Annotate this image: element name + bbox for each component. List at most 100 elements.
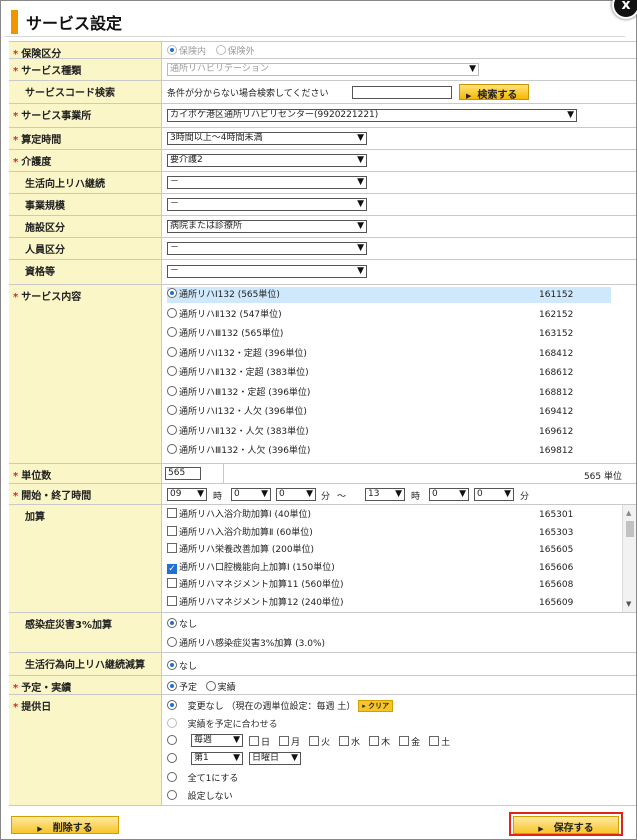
addition-item[interactable]: 通所リハ栄養改善加算 (200単位) 165605 [167, 542, 597, 558]
weekday-checkbox[interactable] [369, 736, 380, 746]
scrollbar-thumb[interactable] [626, 521, 634, 537]
option-insurance-in: 保険内 [179, 47, 207, 57]
code-search-input[interactable] [352, 86, 452, 99]
end-hour-select[interactable]: 13 ▼ [365, 488, 405, 501]
addition-checkbox[interactable] [167, 508, 177, 518]
addition-scrollbar[interactable]: ▲ ▼ [622, 505, 636, 612]
weekday-checkbox-item[interactable]: 金 [399, 736, 420, 748]
row-calc-time: * 算定時間 3時間以上～4時間未満 ▼ [9, 127, 636, 149]
chevron-down-icon: ▼ [567, 110, 574, 120]
nth-week-select[interactable]: 第1 ▼ [191, 752, 243, 765]
service-type-select[interactable]: 通所リハビリテーション ▼ [167, 63, 479, 76]
weekday-checkbox-item[interactable]: 火 [309, 736, 330, 748]
radio-plan[interactable] [167, 681, 177, 691]
radio-life-reduction-none[interactable] [167, 660, 177, 670]
scale-select[interactable]: － ▼ [167, 198, 367, 211]
service-content-item[interactable]: 通所リハⅡ132・定超 (383単位) 168612 [167, 365, 611, 381]
weekday-checkbox-item[interactable]: 土 [429, 736, 450, 748]
play-icon: ▶ [37, 825, 43, 833]
service-content-radio[interactable] [167, 424, 177, 435]
label-addition: 加算 [25, 512, 45, 523]
life-rehab-select[interactable]: － ▼ [167, 176, 367, 189]
start-min1-select[interactable]: 0 ▼ [231, 488, 271, 501]
row-qualification: 資格等 － ▼ [9, 259, 636, 284]
weekday-checkbox-item[interactable]: 月 [279, 736, 300, 748]
care-level-select[interactable]: 要介護2 ▼ [167, 154, 367, 167]
service-content-item[interactable]: 通所リハⅠ132 (565単位) 161152 [167, 287, 611, 303]
label-time: 開始・終了時間 [21, 491, 92, 502]
search-button[interactable]: ▶ 検索する [459, 84, 529, 101]
radio-infection-none[interactable] [167, 618, 177, 628]
label-service-content: サービス内容 [21, 292, 82, 303]
calc-time-select[interactable]: 3時間以上～4時間未満 ▼ [167, 132, 367, 145]
radio-insurance-out[interactable] [215, 45, 226, 55]
scroll-down-icon[interactable]: ▼ [626, 600, 631, 608]
service-content-item[interactable]: 通所リハⅠ132・人欠 (396単位) 169412 [167, 404, 611, 420]
chevron-down-icon: ▼ [357, 155, 364, 165]
clear-button[interactable]: ▸ クリア [358, 700, 394, 712]
service-content-item[interactable]: 通所リハⅢ132 (565単位) 163152 [167, 326, 611, 342]
radio-actual[interactable] [205, 681, 216, 691]
weekday-checkbox[interactable] [309, 736, 320, 746]
radio-infection-add[interactable] [167, 637, 177, 647]
service-content-radio[interactable] [167, 327, 177, 337]
addition-checkbox[interactable] [167, 525, 177, 536]
delete-button[interactable]: ▶ 削除する [11, 816, 119, 834]
service-content-item[interactable]: 通所リハⅢ132・定超 (396単位) 168812 [167, 385, 611, 401]
start-min2-select[interactable]: 0 ▼ [276, 488, 316, 501]
week-select[interactable]: 毎週 ▼ [191, 734, 243, 747]
addition-item[interactable]: 通所リハマネジメント加算11 (560単位) 165608 [167, 577, 597, 593]
addition-checkbox[interactable]: ✓ [167, 563, 177, 574]
play-icon: ▶ [538, 825, 544, 833]
service-content-radio[interactable] [167, 307, 177, 318]
weekday-checkbox-item[interactable]: 水 [339, 736, 360, 748]
addition-item[interactable]: ✓ 通所リハ口腔機能向上加算Ⅰ (150単位) 165606 [167, 560, 597, 576]
save-button[interactable]: ▶ 保存する [513, 816, 619, 834]
service-content-item[interactable]: 通所リハⅡ132・人欠 (383単位) 169612 [167, 424, 611, 440]
row-provider: * サービス事業所 カイポケ港区通所リハビリセンター(9920221221) ▼ [9, 103, 636, 127]
scroll-up-icon[interactable]: ▲ [626, 509, 631, 517]
staff-select[interactable]: － ▼ [167, 242, 367, 255]
addition-checkbox[interactable] [167, 595, 177, 606]
radio-provision-all1[interactable] [167, 772, 177, 782]
service-content-radio[interactable] [167, 288, 177, 298]
radio-provision-nth[interactable] [167, 753, 177, 763]
weekday-checkbox-item[interactable]: 日 [249, 736, 270, 748]
option-insurance-out: 保険外 [227, 47, 255, 57]
start-hour-select[interactable]: 09 ▼ [167, 488, 207, 501]
weekday-checkbox[interactable] [279, 736, 290, 746]
weekday-checkbox-item[interactable]: 木 [369, 736, 390, 748]
radio-insurance-in[interactable] [167, 45, 177, 55]
qualification-select[interactable]: － ▼ [167, 265, 367, 278]
radio-provision-none[interactable] [167, 790, 177, 800]
weekday-checkbox[interactable] [339, 736, 350, 746]
label-life-reduction: 生活行為向上リハ継続減算 [25, 660, 145, 671]
addition-item[interactable]: 通所リハ入浴介助加算Ⅰ (40単位) 165301 [167, 507, 597, 523]
addition-checkbox[interactable] [167, 543, 177, 553]
service-content-item[interactable]: 通所リハⅠ132・定超 (396単位) 168412 [167, 346, 611, 362]
label-code-search: サービスコード検索 [25, 88, 115, 99]
service-content-radio[interactable] [167, 385, 177, 396]
addition-item[interactable]: 通所リハマネジメント加算12 (240単位) 165609 [167, 595, 597, 611]
units-display: 565 単位 [583, 472, 622, 482]
facility-select[interactable]: 病院または診療所 ▼ [167, 220, 367, 233]
end-min1-select[interactable]: 0 ▼ [429, 488, 469, 501]
weekday-select[interactable]: 日曜日 ▼ [249, 752, 301, 765]
service-content-radio[interactable] [167, 444, 177, 454]
service-content-radio[interactable] [167, 405, 177, 415]
weekday-checkbox[interactable] [249, 736, 259, 746]
addition-checkbox[interactable] [167, 578, 177, 588]
units-input[interactable]: 565 [165, 467, 201, 480]
weekday-checkbox[interactable] [399, 736, 410, 746]
radio-provision-nochange[interactable] [167, 700, 177, 710]
end-min2-select[interactable]: 0 ▼ [474, 488, 514, 501]
weekday-checkbox[interactable] [429, 736, 440, 746]
provider-select[interactable]: カイポケ港区通所リハビリセンター(9920221221) ▼ [167, 109, 577, 122]
addition-item[interactable]: 通所リハ入浴介助加算Ⅱ (60単位) 165303 [167, 525, 597, 541]
service-content-item[interactable]: 通所リハⅡ132 (547単位) 162152 [167, 307, 611, 323]
service-content-radio[interactable] [167, 346, 177, 357]
radio-provision-match[interactable] [167, 718, 177, 728]
service-content-radio[interactable] [167, 366, 177, 376]
radio-provision-weekly[interactable] [167, 735, 177, 745]
service-content-item[interactable]: 通所リハⅢ132・人欠 (396単位) 169812 [167, 443, 611, 459]
